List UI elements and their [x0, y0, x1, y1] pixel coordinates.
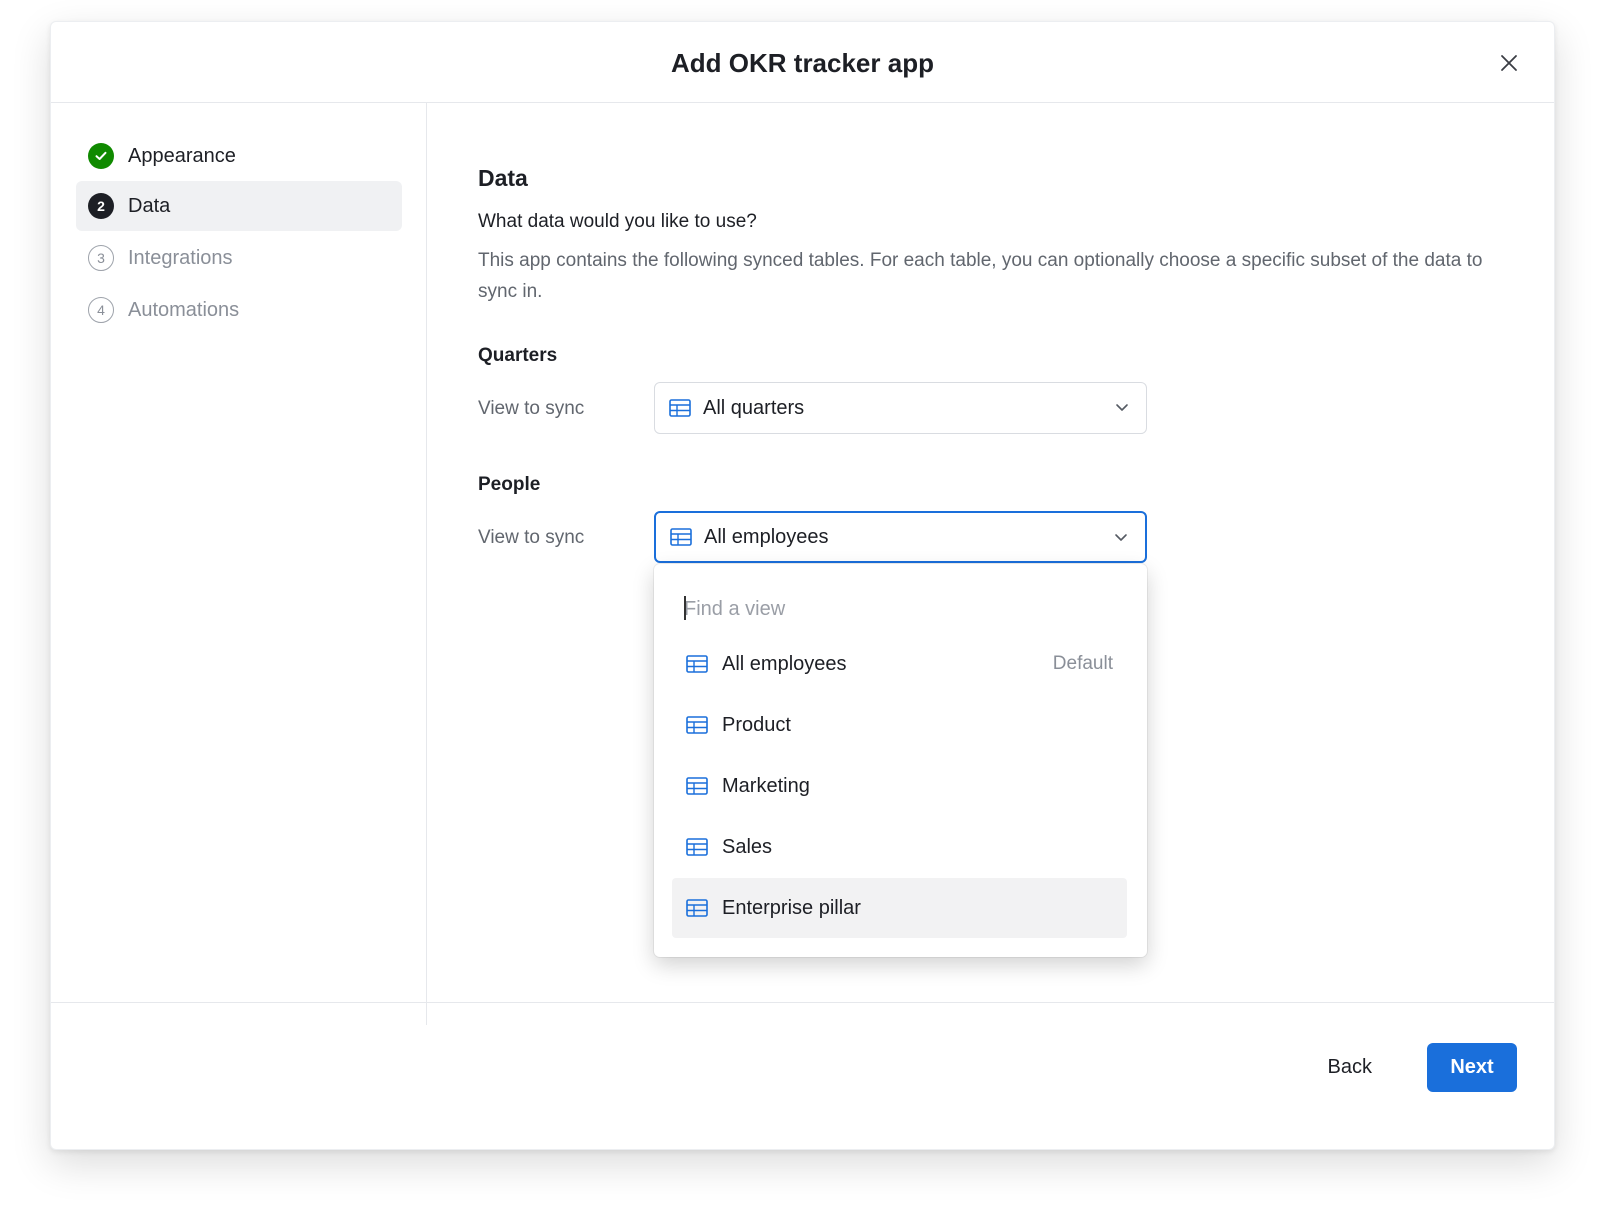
back-button[interactable]: Back — [1314, 1043, 1386, 1091]
view-option-all-employees[interactable]: All employees Default — [672, 634, 1127, 694]
step-appearance[interactable]: Appearance — [76, 131, 402, 181]
field-label-quarters: View to sync — [478, 398, 585, 419]
dialog-header: Add OKR tracker app — [51, 22, 1554, 103]
section-description: This app contains the following synced t… — [478, 250, 1483, 302]
chevron-down-icon — [1115, 534, 1127, 541]
step-number-badge: 2 — [88, 193, 114, 219]
dialog-title: Add OKR tracker app — [671, 48, 934, 78]
step-label: Appearance — [128, 144, 236, 167]
step-label: Automations — [128, 298, 240, 321]
table-icon — [686, 716, 708, 734]
table-icon — [686, 655, 708, 673]
view-option-marketing[interactable]: Marketing — [672, 756, 1127, 816]
option-label: Marketing — [722, 774, 810, 797]
text-caret — [684, 596, 686, 620]
field-label-people: View to sync — [478, 527, 585, 548]
close-icon — [1501, 55, 1517, 71]
table-icon — [686, 777, 708, 795]
step-automations[interactable]: 4 Automations — [76, 285, 402, 335]
table-icon — [686, 838, 708, 856]
table-icon — [670, 528, 692, 546]
select-value: All employees — [704, 525, 829, 548]
option-label: All employees — [722, 652, 847, 675]
select-value: All quarters — [703, 396, 805, 419]
view-option-sales[interactable]: Sales — [672, 817, 1127, 877]
step-number-badge: 3 — [88, 245, 114, 271]
add-app-dialog: Add OKR tracker app Appearance 2 Data 3 … — [50, 21, 1555, 1150]
option-label: Product — [722, 713, 791, 736]
option-label: Enterprise pillar — [722, 896, 861, 919]
group-title-people: People — [478, 474, 541, 495]
option-label: Sales — [722, 835, 773, 858]
table-icon — [669, 399, 691, 417]
step-label: Data — [128, 194, 171, 217]
view-dropdown-menu: All employees Default Product Marketing — [654, 564, 1147, 957]
step-data[interactable]: 2 Data — [76, 181, 402, 231]
steps-sidebar: Appearance 2 Data 3 Integrations 4 Autom… — [51, 103, 427, 1025]
people-view-select[interactable]: All employees — [654, 511, 1147, 563]
section-title: Data — [478, 165, 528, 191]
view-option-product[interactable]: Product — [672, 695, 1127, 755]
dialog-footer: Back Next — [51, 1002, 1554, 1151]
quarters-view-select[interactable]: All quarters — [654, 382, 1147, 434]
group-title-quarters: Quarters — [478, 345, 558, 366]
step-label: Integrations — [128, 246, 233, 269]
step-integrations[interactable]: 3 Integrations — [76, 233, 402, 283]
view-option-enterprise-pillar[interactable]: Enterprise pillar — [672, 878, 1127, 938]
close-button[interactable] — [1494, 48, 1524, 78]
default-tag: Default — [1052, 653, 1113, 674]
find-view-input[interactable] — [684, 592, 1104, 626]
section-question: What data would you like to use? — [478, 211, 757, 232]
next-button[interactable]: Next — [1427, 1043, 1517, 1092]
table-icon — [686, 899, 708, 917]
step-number-badge: 4 — [88, 297, 114, 323]
chevron-down-icon — [1116, 404, 1128, 411]
check-circle-icon — [88, 143, 114, 169]
